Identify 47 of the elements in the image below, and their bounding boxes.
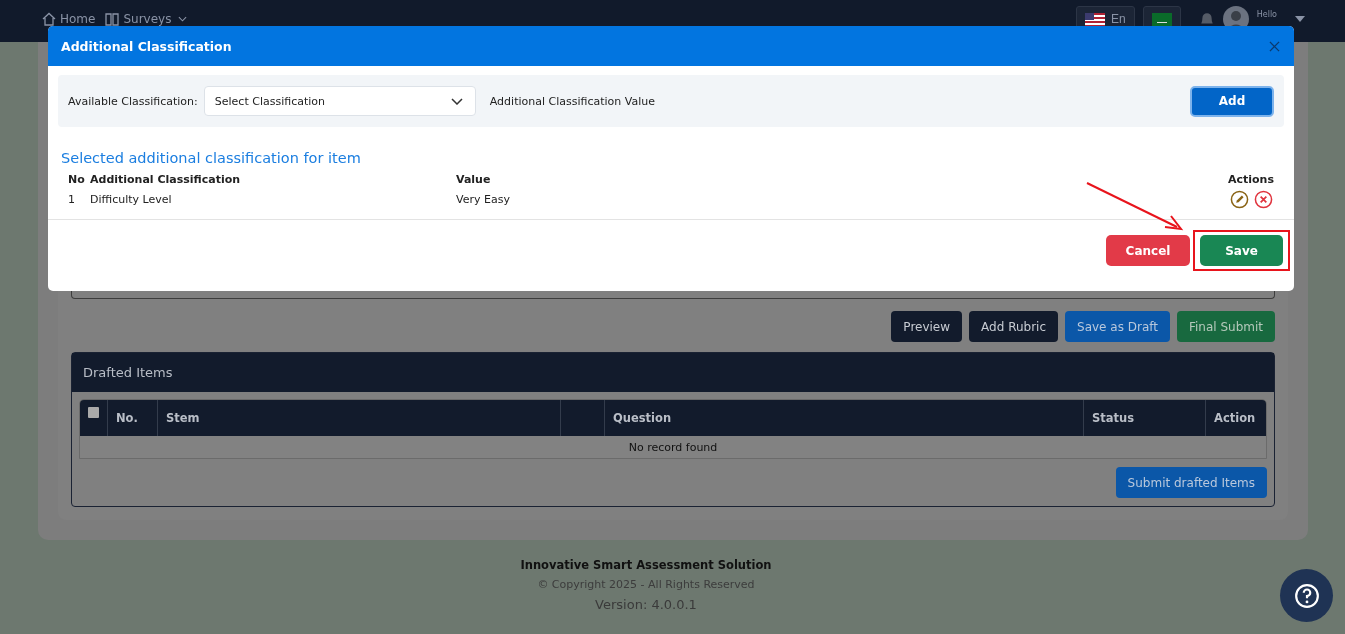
column-header: Question bbox=[613, 411, 672, 425]
column-header: Actions bbox=[1227, 172, 1275, 186]
delete-icon[interactable] bbox=[1253, 190, 1273, 209]
nav-link[interactable]: Surveys bbox=[105, 12, 188, 26]
help-button[interactable] bbox=[1280, 569, 1333, 622]
table-cell-text: Difficulty Level bbox=[90, 193, 173, 206]
bell-icon[interactable] bbox=[1198, 11, 1215, 27]
column-header: No. bbox=[116, 411, 138, 425]
flag-icon bbox=[1085, 12, 1106, 26]
section-title: Selected additional classification for item bbox=[61, 150, 362, 166]
action-button[interactable]: Final Submit bbox=[1176, 311, 1275, 342]
field-label: Available Classification: bbox=[68, 94, 198, 108]
home-icon bbox=[42, 12, 56, 26]
flag-icon bbox=[1151, 12, 1172, 26]
chevron-down-icon bbox=[178, 16, 188, 22]
version-text: Version: 4.0.0.1 bbox=[595, 597, 697, 612]
column-header: Additional Classification bbox=[90, 172, 242, 186]
action-button[interactable]: Add Rubric bbox=[969, 311, 1058, 342]
column-header: Status bbox=[1092, 411, 1135, 425]
pencil-icon[interactable] bbox=[1229, 190, 1249, 209]
book-icon bbox=[105, 12, 120, 26]
checkbox[interactable] bbox=[88, 407, 99, 418]
column-header: Value bbox=[456, 172, 492, 186]
action-button[interactable]: Preview bbox=[891, 311, 963, 342]
chevron-down-icon bbox=[450, 97, 463, 105]
nav-link[interactable]: Home bbox=[42, 12, 96, 26]
modal-title: Additional Classification bbox=[61, 38, 232, 54]
add-button[interactable]: Add bbox=[1190, 85, 1274, 117]
close-icon[interactable] bbox=[1269, 40, 1280, 52]
cancel-button[interactable]: Cancel bbox=[1106, 235, 1190, 266]
table-cell-text: 1 bbox=[68, 193, 76, 206]
table-cell-text: Very Easy bbox=[456, 193, 511, 206]
field-label: Additional Classification Value bbox=[489, 94, 655, 108]
greeting-text: Hello bbox=[1256, 10, 1277, 19]
action-button[interactable]: Save as Draft bbox=[1065, 311, 1170, 342]
save-button[interactable]: Save bbox=[1200, 235, 1283, 266]
empty-message: No record found bbox=[628, 440, 718, 454]
column-header: Action bbox=[1214, 411, 1256, 425]
copyright-text: © Copyright 2025 - All Rights Reserved bbox=[537, 578, 755, 591]
footer-title: Innovative Smart Assessment Solution bbox=[520, 558, 772, 572]
column-header: No bbox=[68, 172, 86, 186]
help-icon bbox=[1293, 582, 1320, 609]
panel-title: Drafted Items bbox=[83, 365, 173, 380]
column-header: Stem bbox=[166, 411, 200, 425]
caret-icon[interactable] bbox=[1295, 16, 1305, 22]
submit-button[interactable]: Submit drafted Items bbox=[1115, 467, 1267, 498]
classification-select[interactable]: Select Classification bbox=[203, 86, 476, 116]
